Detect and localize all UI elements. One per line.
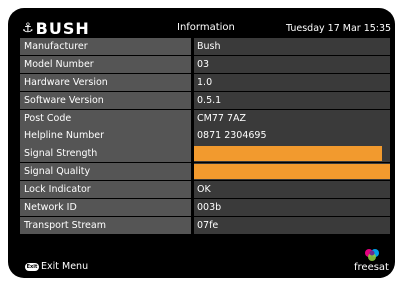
row-label: Lock Indicator <box>20 181 191 199</box>
row-value: 003b <box>194 198 390 217</box>
row-value: OK <box>194 181 390 199</box>
row-signal-strength: Signal Strength <box>20 145 390 163</box>
row-label: Helpline Number <box>20 127 191 145</box>
row-lock-indicator: Lock Indicator OK <box>20 181 390 199</box>
row-manufacturer: Manufacturer Bush <box>20 38 390 56</box>
signal-strength-bar <box>194 146 383 162</box>
bush-logo-icon: ⚓ <box>22 21 35 36</box>
row-label: Hardware Version <box>20 73 191 91</box>
row-label: Transport Stream <box>20 216 191 234</box>
page-title: Information <box>177 22 235 33</box>
exit-menu-label: Exit Menu <box>41 261 89 272</box>
row-label: Software Version <box>20 91 191 109</box>
row-model-number: Model Number 03 <box>20 55 390 74</box>
row-value: 0871 2304695 <box>194 127 390 145</box>
row-label: Manufacturer <box>20 38 191 56</box>
row-label: Network ID <box>20 198 191 217</box>
info-screen: ⚓ BUSH Information Tuesday 17 Mar 15:35 … <box>8 8 395 278</box>
bush-logo: ⚓ BUSH <box>22 19 90 38</box>
row-signal-quality: Signal Quality <box>20 163 390 181</box>
freesat-wordmark: freesat <box>354 262 389 273</box>
row-post-code: Post Code CM77 7AZ <box>20 109 390 127</box>
row-value: 0.5.1 <box>194 91 390 109</box>
exit-menu-hint[interactable]: Exit Exit Menu <box>25 261 88 272</box>
row-label: Signal Quality <box>20 163 191 181</box>
row-helpline-number: Helpline Number 0871 2304695 <box>20 127 390 145</box>
row-transport-stream: Transport Stream 07fe <box>20 216 390 234</box>
row-label: Signal Strength <box>20 145 191 163</box>
exit-button-icon: Exit <box>25 262 39 271</box>
info-table: Manufacturer Bush Model Number 03 Hardwa… <box>20 38 390 235</box>
row-label: Post Code <box>20 109 191 127</box>
freesat-logo-icon <box>365 249 379 261</box>
signal-quality-bar <box>194 164 390 180</box>
row-value: CM77 7AZ <box>194 109 390 127</box>
header: ⚓ BUSH Information Tuesday 17 Mar 15:35 <box>8 19 395 39</box>
row-value: 1.0 <box>194 73 390 91</box>
row-value: 03 <box>194 55 390 74</box>
row-value: 07fe <box>194 216 390 234</box>
row-value: Bush <box>194 38 390 56</box>
row-hardware-version: Hardware Version 1.0 <box>20 73 390 91</box>
brand-name: BUSH <box>35 19 90 38</box>
row-value <box>194 145 390 163</box>
datetime: Tuesday 17 Mar 15:35 <box>286 23 392 34</box>
row-value <box>194 163 390 181</box>
row-label: Model Number <box>20 55 191 74</box>
row-software-version: Software Version 0.5.1 <box>20 91 390 109</box>
row-network-id: Network ID 003b <box>20 198 390 217</box>
